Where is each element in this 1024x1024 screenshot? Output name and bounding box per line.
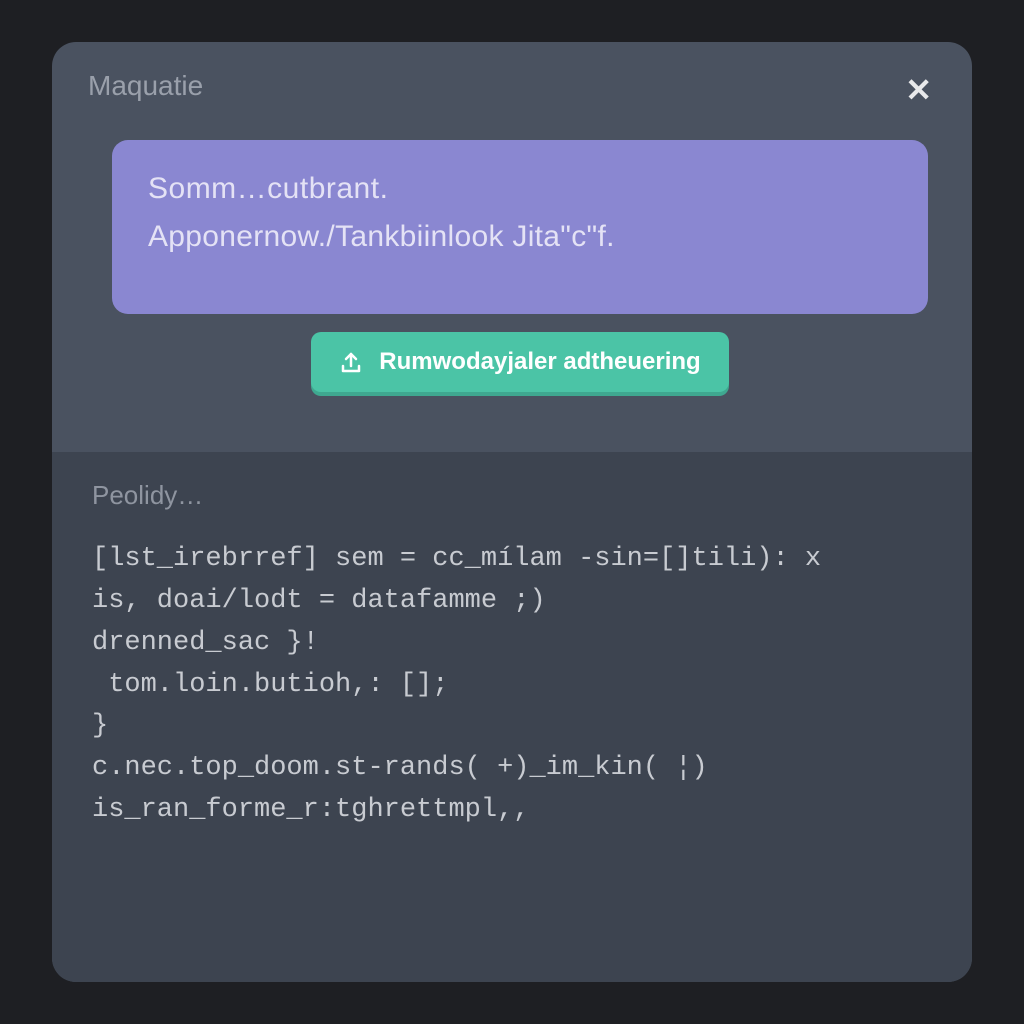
modal-dialog: Maquatie ✕ Somm…cutbrant. Apponernow./Ta… [52, 42, 972, 982]
info-line-1: Somm…cutbrant. [148, 172, 892, 206]
upload-run-button[interactable]: Rumwodayjaler adtheuering [311, 332, 728, 392]
close-icon: ✕ [905, 72, 932, 108]
output-label: Peolidy… [92, 480, 932, 511]
info-box: Somm…cutbrant. Apponernow./Tankbiinlook … [112, 140, 928, 314]
info-line-2: Apponernow./Tankbiinlook Jita"c"f. [148, 220, 892, 254]
output-section: Peolidy… [lst_irebrref] sem = cc_mílam -… [52, 452, 972, 982]
modal-header: Maquatie ✕ [52, 42, 972, 110]
modal-title: Maquatie [88, 70, 203, 102]
close-button[interactable]: ✕ [901, 70, 936, 110]
upload-icon [339, 350, 363, 374]
upper-section: Somm…cutbrant. Apponernow./Tankbiinlook … [52, 110, 972, 452]
action-row: Rumwodayjaler adtheuering [112, 314, 928, 422]
code-output: [lst_irebrref] sem = cc_mílam -sin=[]til… [92, 539, 932, 832]
upload-button-label: Rumwodayjaler adtheuering [379, 348, 700, 376]
